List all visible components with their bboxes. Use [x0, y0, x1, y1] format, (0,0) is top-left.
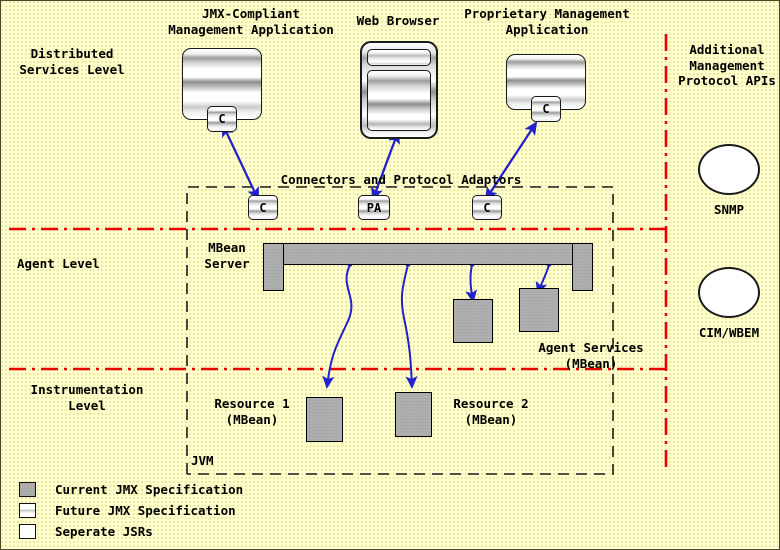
legend-label-future-jmx: Future JMX Specification [55, 503, 236, 518]
legend-swatch-current-jmx [19, 482, 36, 497]
jmx-app-connector-chip[interactable]: C [207, 106, 237, 132]
web-browser-titlebar [367, 49, 431, 66]
arrow-connector-to-jmx-app-down [222, 124, 259, 201]
connector-chip-right[interactable]: C [472, 195, 502, 220]
arrow-connector-to-jmx-app [222, 123, 259, 200]
level-label-agent: Agent Level [17, 256, 100, 271]
arrow-adaptor-to-web-browser [372, 130, 400, 200]
jvm-label: JVM [191, 453, 214, 468]
resource-2-box[interactable] [395, 392, 432, 437]
level-label-instrumentation: Instrumentation Level [30, 382, 144, 413]
agent-service-box-2[interactable] [519, 288, 559, 332]
legend-label-current-jmx: Current JMX Specification [55, 482, 244, 497]
resource-1-box[interactable] [306, 397, 343, 442]
connector-chip-left[interactable]: C [248, 195, 278, 220]
cim-wbem-circle[interactable] [698, 267, 760, 318]
agent-services-label: Agent Services (MBean) [538, 340, 644, 371]
mbean-server-left-cap [263, 243, 284, 291]
arrow-server-to-resource-2 [400, 264, 418, 389]
protocol-apis-heading: Additional Management Protocol APIs [678, 42, 776, 89]
arrow-server-to-agent-service-1 [465, 264, 478, 303]
resource-1-label: Resource 1 (MBean) [214, 396, 290, 427]
snmp-circle[interactable] [698, 144, 760, 195]
legend-swatch-future-jmx [19, 503, 36, 518]
jmx-app-title: JMX-Compliant Management Application [168, 6, 334, 37]
arrow-server-to-resource-1 [322, 264, 353, 389]
mbean-server-right-cap [572, 243, 593, 291]
connectors-heading: Connectors and Protocol Adaptors [280, 172, 522, 187]
proprietary-app-connector-chip[interactable]: C [531, 96, 561, 122]
proprietary-app-title: Proprietary Management Application [464, 6, 630, 37]
legend-item-current-jmx: Current JMX Specification [19, 482, 243, 497]
level-label-distributed: Distributed Services Level [19, 46, 125, 77]
legend-label-separate-jsrs: Seperate JSRs [55, 524, 153, 539]
arrow-adaptor-to-web-browser-down [371, 131, 399, 201]
resource-2-label: Resource 2 (MBean) [453, 396, 529, 427]
jmx-architecture-diagram: Distributed Services Level Agent Level I… [0, 0, 780, 550]
mbean-server-arrows [322, 261, 552, 389]
legend-swatch-separate-jsrs [19, 524, 36, 539]
protocol-adaptor-chip[interactable]: PA [358, 195, 390, 220]
cim-wbem-label: CIM/WBEM [698, 325, 760, 340]
legend-item-separate-jsrs: Seperate JSRs [19, 524, 153, 539]
legend-item-future-jmx: Future JMX Specification [19, 503, 236, 518]
web-browser-content [367, 70, 431, 131]
agent-service-box-1[interactable] [453, 299, 493, 343]
mbean-server-label: MBean Server [204, 240, 250, 271]
snmp-label: SNMP [713, 202, 745, 217]
mbean-server-bar[interactable] [263, 243, 593, 265]
